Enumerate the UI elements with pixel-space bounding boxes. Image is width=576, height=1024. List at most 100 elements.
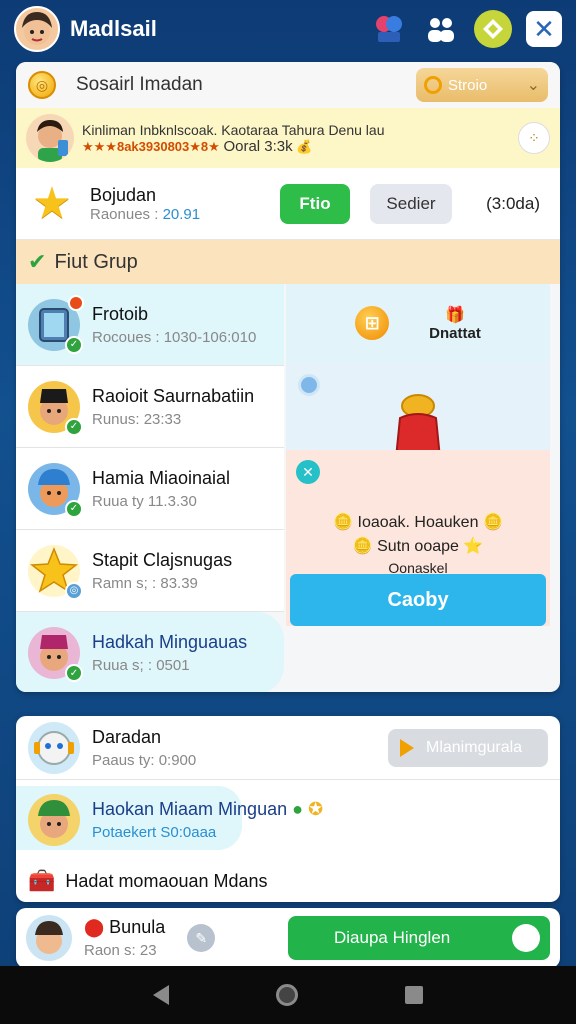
list-item[interactable]: ✓ Raoioit Saurnabatiin Runus: 23:33	[16, 366, 284, 448]
list-item-name: Hamia Miaoinaial	[92, 467, 231, 488]
search-row: ◎ Sosairl Imadan Stroio ⌄	[16, 62, 560, 108]
main-panel: ◎ Sosairl Imadan Stroio ⌄ Kinliman Inbkn…	[16, 62, 560, 692]
online-badge: ✓	[65, 499, 83, 518]
robot-avatar	[28, 721, 80, 774]
star-icon: ⭐	[463, 538, 484, 555]
list-item[interactable]: ⬤ Bunula Raon s: 23 ✎ Diaupa Hinglen	[16, 908, 560, 968]
list-item-sub: Ruua ty 11.3.30	[92, 492, 197, 510]
close-button[interactable]: ✕	[526, 11, 562, 47]
list-item-sub: Potaekert S0:0aaa	[92, 824, 217, 841]
app-title: Madlsail	[70, 16, 157, 41]
star-icon: ★	[32, 179, 72, 228]
chest-icon: 🧰	[28, 868, 56, 893]
group-title: Fiut Grup	[54, 250, 138, 273]
user-avatar	[28, 794, 80, 846]
user-name: Bojudan	[90, 184, 157, 205]
award-icon: ✪	[308, 799, 324, 819]
list-item-name: Haokan Miaam Minguan ● ✪	[92, 799, 324, 819]
promo-stars: ★★★8ak3930803★8★	[82, 138, 220, 154]
list-item[interactable]: ✓ Hadkah Minguauas Ruua s; : 0501	[16, 612, 284, 692]
filter-dropdown-value: Stroio	[448, 76, 488, 94]
list-item[interactable]: ✓ Hamia Miaoinaial Ruua ty 11.3.30	[16, 448, 284, 530]
dismiss-button[interactable]: ✕	[296, 460, 320, 484]
search-label: Sosairl Imadan	[76, 74, 203, 95]
gift-icon[interactable]	[370, 10, 408, 48]
online-badge: ✓	[65, 417, 83, 436]
user-avatar: ✓	[28, 380, 83, 436]
top-bar: Madlsail ✕	[0, 0, 576, 58]
reward-line-2: Sutn ooape	[377, 538, 459, 555]
reward-card: ✕ 🪙 Ioaoak. Hoauken 🪙 🪙 Sutn ooape ⭐ Oon…	[286, 450, 550, 626]
list-item[interactable]: ✓ Frotoib Rocoues : 1030-106:010	[16, 284, 284, 366]
user-avatar	[26, 915, 72, 961]
list-item-sub: Runus: 23:33	[92, 410, 182, 428]
achievements-icon[interactable]	[474, 10, 512, 48]
bottom-panel: ⬤ Bunula Raon s: 23 ✎ Diaupa Hinglen	[16, 908, 560, 968]
secondary-action-button[interactable]: Sedier	[370, 183, 452, 224]
user-rank-label: Raonues :	[90, 205, 159, 223]
list-item[interactable]: 🧰 Hadat momaouan Mdans	[16, 860, 560, 902]
primary-action-button[interactable]: Ftio	[280, 183, 350, 224]
close-icon: ✕	[533, 13, 555, 44]
time-label: (3:0da)	[486, 193, 540, 213]
edit-icon[interactable]: ✎	[187, 924, 216, 952]
more-options-button[interactable]: ⁘	[518, 122, 550, 154]
system-nav-bar	[0, 966, 576, 1024]
list-item-name: Hadat momaouan Mdans	[65, 870, 268, 891]
chat-action-button[interactable]: Diaupa Hinglen	[288, 916, 550, 960]
settings-icon[interactable]	[298, 374, 320, 396]
coin-icon[interactable]: ⊞	[355, 306, 390, 340]
filter-dropdown[interactable]: Stroio ⌄	[416, 68, 548, 102]
promo-sub-text: Ooral 3:3k	[223, 137, 293, 155]
user-avatar: ✓	[28, 462, 83, 518]
play-icon	[400, 738, 414, 757]
list-item-sub: Ramn s; : 83.39	[92, 574, 198, 592]
tablet-avatar: ✓	[28, 294, 84, 354]
list-item-name: Stapit Clajsnugas	[92, 549, 233, 570]
list-item-name: Frotoib	[92, 303, 149, 324]
list-item-name: ⬤ Bunula	[84, 917, 166, 937]
online-badge: ◎	[65, 581, 83, 600]
list-item-sub: Paaus ty: 0:900	[92, 751, 197, 769]
close-icon: ✕	[302, 463, 314, 480]
online-badge: ✓	[65, 335, 83, 354]
notification-dot	[68, 294, 84, 311]
claim-button[interactable]: Caoby	[290, 574, 546, 626]
group-header[interactable]: ✔ Fiut Grup	[16, 240, 560, 284]
list-item-name: Raoioit Saurnabatiin	[92, 385, 255, 406]
promo-banner[interactable]: Kinliman Inbknlscoak. Kaotaraa Tahura De…	[16, 108, 560, 168]
list-item-name: Daradan	[92, 726, 162, 747]
user-row: ★ Bojudan Raonues : 20.91 Ftio Sedier (3…	[16, 168, 560, 240]
money-bag-icon: 💰	[296, 138, 313, 154]
list-item[interactable]: ◎ Stapit Clajsnugas Ramn s; : 83.39	[16, 530, 284, 612]
list-item-name: Hadkah Minguauas	[92, 632, 248, 652]
list-item[interactable]: Daradan Paaus ty: 0:900 Mlanimgurala	[16, 716, 560, 780]
chat-icon	[512, 924, 540, 952]
coin-icon: 🪙	[482, 514, 503, 531]
user-rank-value: 20.91	[162, 205, 201, 223]
promo-avatar	[26, 114, 74, 162]
online-badge: ✓	[65, 664, 83, 682]
coin-icon: ◎	[28, 71, 56, 99]
coin-icon: 🪙	[333, 514, 354, 531]
user-avatar: ✓	[28, 627, 83, 682]
star-avatar: ◎	[28, 544, 83, 600]
promo-title: Kinliman Inbknlscoak. Kaotaraa Tahura De…	[82, 121, 385, 138]
list-item-sub: Rocoues : 1030-106:010	[92, 328, 257, 346]
list-item[interactable]: Haokan Miaam Minguan ● ✪ Potaekert S0:0a…	[16, 780, 560, 860]
play-button-label: Mlanimgurala	[426, 738, 523, 756]
home-icon[interactable]	[275, 984, 298, 1006]
recent-apps-icon[interactable]	[404, 986, 423, 1004]
search-icon	[424, 76, 442, 94]
treasure-icon: 🎁	[445, 306, 465, 324]
chat-action-label: Diaupa Hinglen	[334, 928, 451, 947]
profile-avatar[interactable]	[14, 6, 60, 52]
play-button[interactable]: Mlanimgurala	[388, 728, 548, 767]
friends-icon[interactable]	[422, 10, 460, 48]
reward-side-panel: ⊞ 🎁 Dnattat ✕ 🪙 Ioaoak. Hoauken 🪙 🪙 Sutn…	[286, 284, 550, 692]
back-icon[interactable]	[153, 985, 170, 1005]
record-icon: ⬤	[84, 917, 105, 937]
check-icon: ✔	[28, 249, 47, 274]
badge-icon: ●	[292, 799, 303, 819]
side-top-label: Dnattat	[429, 324, 481, 342]
